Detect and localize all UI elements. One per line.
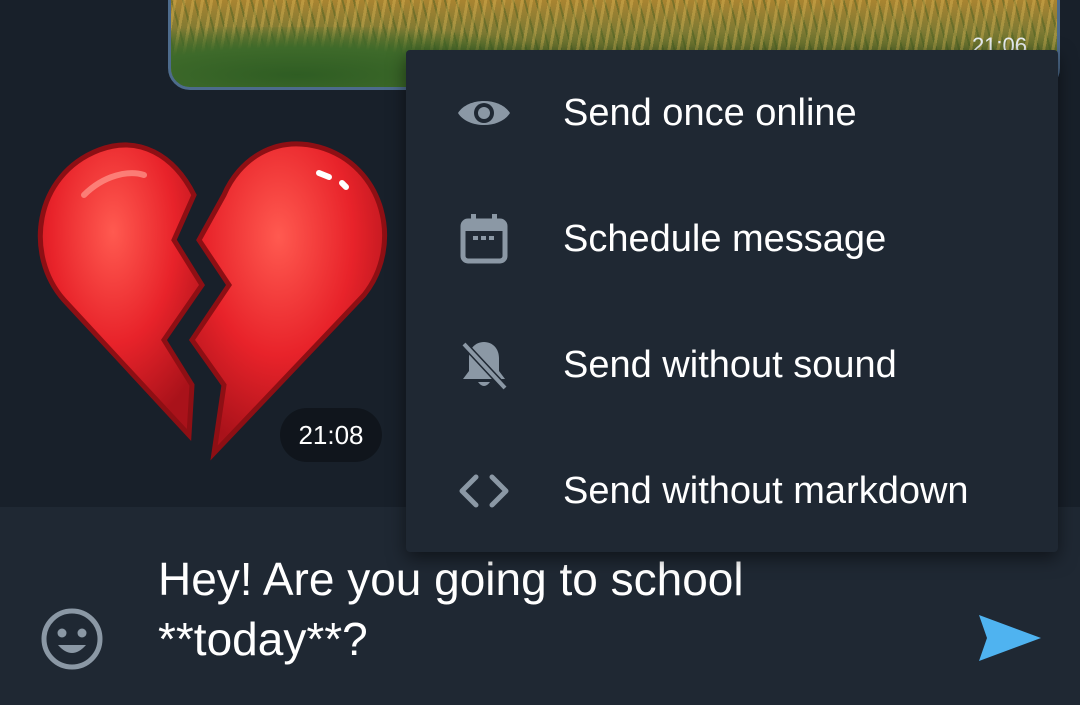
sticker-time-badge: 21:08 xyxy=(280,408,382,462)
calendar-icon xyxy=(456,211,512,267)
menu-item-label: Schedule message xyxy=(563,217,887,260)
menu-item-label: Send without markdown xyxy=(563,469,969,512)
menu-item-send-once-online[interactable]: Send once online xyxy=(406,50,1058,176)
menu-item-label: Send without sound xyxy=(563,343,897,386)
message-input[interactable]: Hey! Are you going to school **today**? xyxy=(158,549,918,669)
code-icon xyxy=(456,463,512,519)
menu-item-send-without-markdown[interactable]: Send without markdown xyxy=(406,428,1058,554)
bell-off-icon xyxy=(456,337,512,393)
menu-item-schedule-message[interactable]: Schedule message xyxy=(406,176,1058,302)
menu-item-send-without-sound[interactable]: Send without sound xyxy=(406,302,1058,428)
menu-item-label: Send once online xyxy=(563,91,857,134)
send-options-menu: Send once online Schedule message Send w… xyxy=(406,50,1058,552)
smiley-icon[interactable] xyxy=(40,607,104,671)
send-icon[interactable] xyxy=(975,603,1045,673)
eye-icon xyxy=(456,85,512,141)
